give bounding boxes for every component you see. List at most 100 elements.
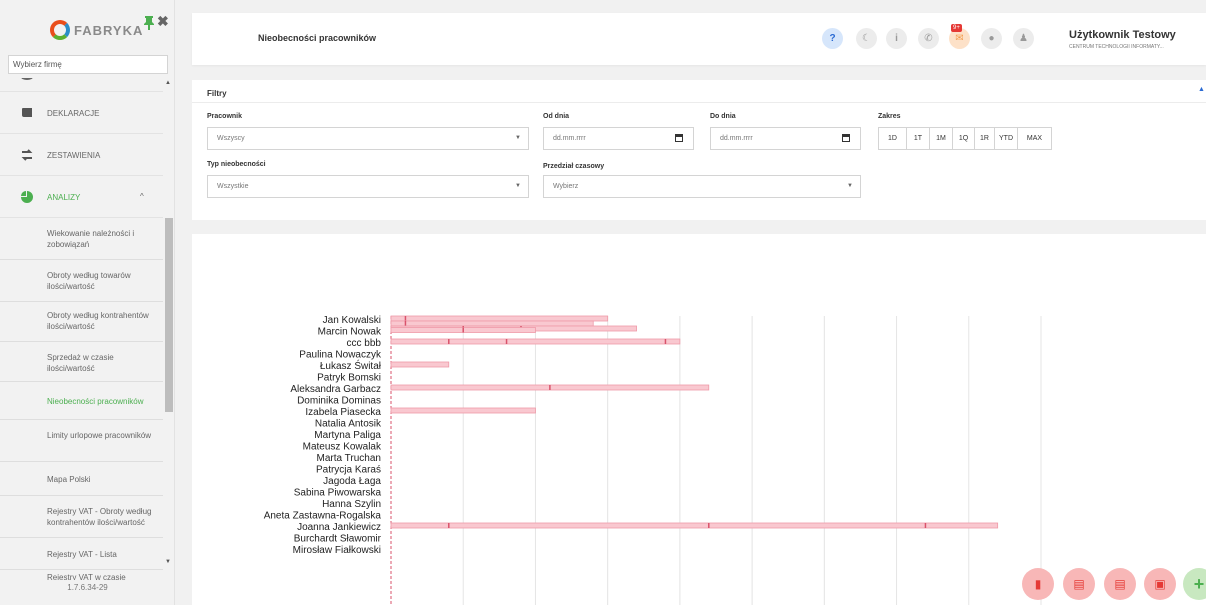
menu-partial-icon xyxy=(21,78,33,80)
chart-row-label: Sabina Piwowarska xyxy=(294,488,382,499)
chart-row-label: Aleksandra Garbacz xyxy=(290,384,381,395)
chart-row-label: Joanna Jankiewicz xyxy=(297,522,381,533)
range-max-button[interactable]: MAX xyxy=(1018,128,1051,149)
to-date-label: Do dnia xyxy=(710,113,736,120)
chart-row-label: Hanna Szylin xyxy=(322,499,381,510)
close-sidebar-icon[interactable]: ✖ xyxy=(157,13,169,30)
pie-chart-icon xyxy=(21,191,33,203)
file-upload-icon: ▣ xyxy=(1154,577,1166,591)
dark-mode-moon-icon[interactable]: ☾ xyxy=(856,28,877,49)
chart-bar xyxy=(390,361,450,368)
excel-file-icon: ▤ xyxy=(1114,577,1126,591)
to-date-input[interactable]: dd.mm.rrrr xyxy=(710,127,861,150)
sidebar-subitem[interactable]: Rejestry VAT - Obroty według kontrahentó… xyxy=(0,496,163,538)
book-icon xyxy=(22,108,32,117)
sidebar-item-deklaracje[interactable]: DEKLARACJE xyxy=(0,92,163,134)
sidebar-subitem[interactable]: Mapa Polski xyxy=(0,462,163,496)
sidebar-item-zestawienia[interactable]: ZESTAWIENIA xyxy=(0,134,163,176)
sidebar-item-label: ZESTAWIENIA xyxy=(47,151,101,160)
export-pdf-fab[interactable]: ▤ xyxy=(1063,568,1095,600)
range-1q-button[interactable]: 1Q xyxy=(953,128,975,149)
mail-badge: 9+ xyxy=(951,24,962,32)
period-label: Przedział czasowy xyxy=(543,163,605,170)
caret-down-icon: ▼ xyxy=(847,183,853,189)
page-title: Nieobecności pracowników xyxy=(258,33,377,43)
app-version: 1.7.6.34-29 xyxy=(67,583,108,592)
firm-select[interactable]: Wybierz firmę xyxy=(8,55,168,74)
sidebar-subitem[interactable]: Sprzedaż w czasie ilości/wartość xyxy=(0,342,163,382)
sidebar-subitem[interactable]: Rejestry VAT w czasie xyxy=(0,570,163,580)
sidebar-item-partial[interactable] xyxy=(0,78,163,92)
chart-row-label: Martyna Paliga xyxy=(314,430,381,441)
range-1d-button[interactable]: 1D xyxy=(879,128,907,149)
page-header: Nieobecności pracowników ? ☾ i ✆ ✉ 9+ ● … xyxy=(192,13,1206,65)
chart-row-label: Patryk Bomski xyxy=(317,373,381,384)
range-label: Zakres xyxy=(878,113,901,120)
chart-row-label: Aneta Zastawna-Rogalska xyxy=(264,511,382,522)
filters-divider xyxy=(192,102,1206,103)
caret-down-icon: ▼ xyxy=(515,183,521,189)
caret-down-icon: ▼ xyxy=(515,135,521,141)
calendar-icon[interactable] xyxy=(842,134,850,142)
collapse-filters-icon[interactable]: ▲ xyxy=(1198,86,1205,93)
sidebar-subitem[interactable]: Wiekowanie należności i zobowiązań xyxy=(0,218,163,260)
range-1m-button[interactable]: 1M xyxy=(930,128,953,149)
info-icon[interactable]: i xyxy=(886,28,907,49)
chart-row-label: Patrycja Karaś xyxy=(316,465,381,476)
period-select[interactable]: Wybierz ▼ xyxy=(543,175,861,198)
user-avatar-icon[interactable]: ♟ xyxy=(1013,28,1034,49)
range-1r-button[interactable]: 1R xyxy=(975,128,995,149)
range-1t-button[interactable]: 1T xyxy=(907,128,930,149)
app-logo[interactable]: FABRYKA xyxy=(50,20,143,40)
exchange-icon xyxy=(21,149,33,161)
chart-row-label: Natalia Antosik xyxy=(315,419,382,430)
chart-row-label: Łukasz Świtał xyxy=(320,359,382,372)
phone-icon[interactable]: ✆ xyxy=(918,28,939,49)
scroll-down-arrow-icon[interactable]: ▼ xyxy=(165,559,171,565)
absence-type-label: Typ nieobecności xyxy=(207,161,266,168)
chart-row-label: Mirosław Fiałkowski xyxy=(293,545,381,556)
user-company: CENTRUM TECHNOLOGII INFORMATY... xyxy=(1069,44,1164,50)
scroll-up-arrow-icon[interactable]: ▲ xyxy=(165,80,171,86)
sidebar-item-analizy[interactable]: ANALIZY ^ xyxy=(0,176,163,218)
chart-row-label: Marcin Nowak xyxy=(318,327,382,338)
sidebar-subitem[interactable]: Limity urlopowe pracowników xyxy=(0,420,163,462)
chart-row-label: Mateusz Kowalak xyxy=(303,442,382,453)
sidebar-subitem[interactable]: Rejestry VAT - Lista xyxy=(0,538,163,570)
pin-icon[interactable] xyxy=(143,16,155,30)
sidebar-item-label: ANALIZY xyxy=(47,193,81,202)
chart-row-label: Burchardt Sławomir xyxy=(294,534,382,545)
calendar-icon[interactable] xyxy=(675,134,683,142)
plus-icon: + xyxy=(1193,573,1205,594)
chart-bar xyxy=(390,315,609,322)
help-icon[interactable]: ? xyxy=(822,28,843,49)
absence-type-select[interactable]: Wszystkie ▼ xyxy=(207,175,529,198)
chart-row-label: Izabela Piasecka xyxy=(305,407,381,418)
chevron-up-icon[interactable]: ^ xyxy=(140,192,144,201)
employee-select[interactable]: Wszyscy ▼ xyxy=(207,127,529,150)
from-date-input[interactable]: dd.mm.rrrr xyxy=(543,127,694,150)
user-name[interactable]: Użytkownik Testowy xyxy=(1069,29,1176,41)
logo-text: FABRYKA xyxy=(74,22,144,38)
export-excel-fab[interactable]: ▤ xyxy=(1104,568,1136,600)
chart-bar xyxy=(390,407,536,414)
range-button-group: 1D 1T 1M 1Q 1R YTD MAX xyxy=(878,127,1052,150)
import-file-fab[interactable]: ▣ xyxy=(1144,568,1176,600)
book-icon: ▮ xyxy=(1034,577,1042,591)
range-ytd-button[interactable]: YTD xyxy=(995,128,1018,149)
chart-bar xyxy=(390,522,999,529)
sidebar: FABRYKA ✖ Wybierz firmę DEKLARACJE ZESTA… xyxy=(0,0,175,605)
logo-mark-icon xyxy=(50,20,70,40)
sidebar-subitem[interactable]: Obroty według kontrahentów ilości/wartoś… xyxy=(0,302,163,342)
absence-timeline-chart: Jan KowalskiMarcin Nowakccc bbbPaulina N… xyxy=(264,315,1042,605)
sidebar-subitem[interactable]: Obroty według towarów ilości/wartość xyxy=(0,260,163,302)
sidebar-subitem-active[interactable]: Nieobecności pracowników xyxy=(0,382,163,420)
filters-panel: Filtry ▲ Pracownik Wszyscy ▼ Od dnia dd.m… xyxy=(192,80,1206,220)
sidebar-item-label: DEKLARACJE xyxy=(47,109,100,118)
sidebar-scroll-thumb[interactable] xyxy=(165,218,173,412)
chart-panel: Jan Kowalski Marcin Nowak ccc bbb Paulina N… xyxy=(192,234,1206,605)
chart-row-label: Marta Truchan xyxy=(317,453,381,464)
export-book-fab[interactable]: ▮ xyxy=(1022,568,1054,600)
globe-icon[interactable]: ● xyxy=(981,28,1002,49)
chart-row-label: ccc bbb xyxy=(347,338,382,349)
